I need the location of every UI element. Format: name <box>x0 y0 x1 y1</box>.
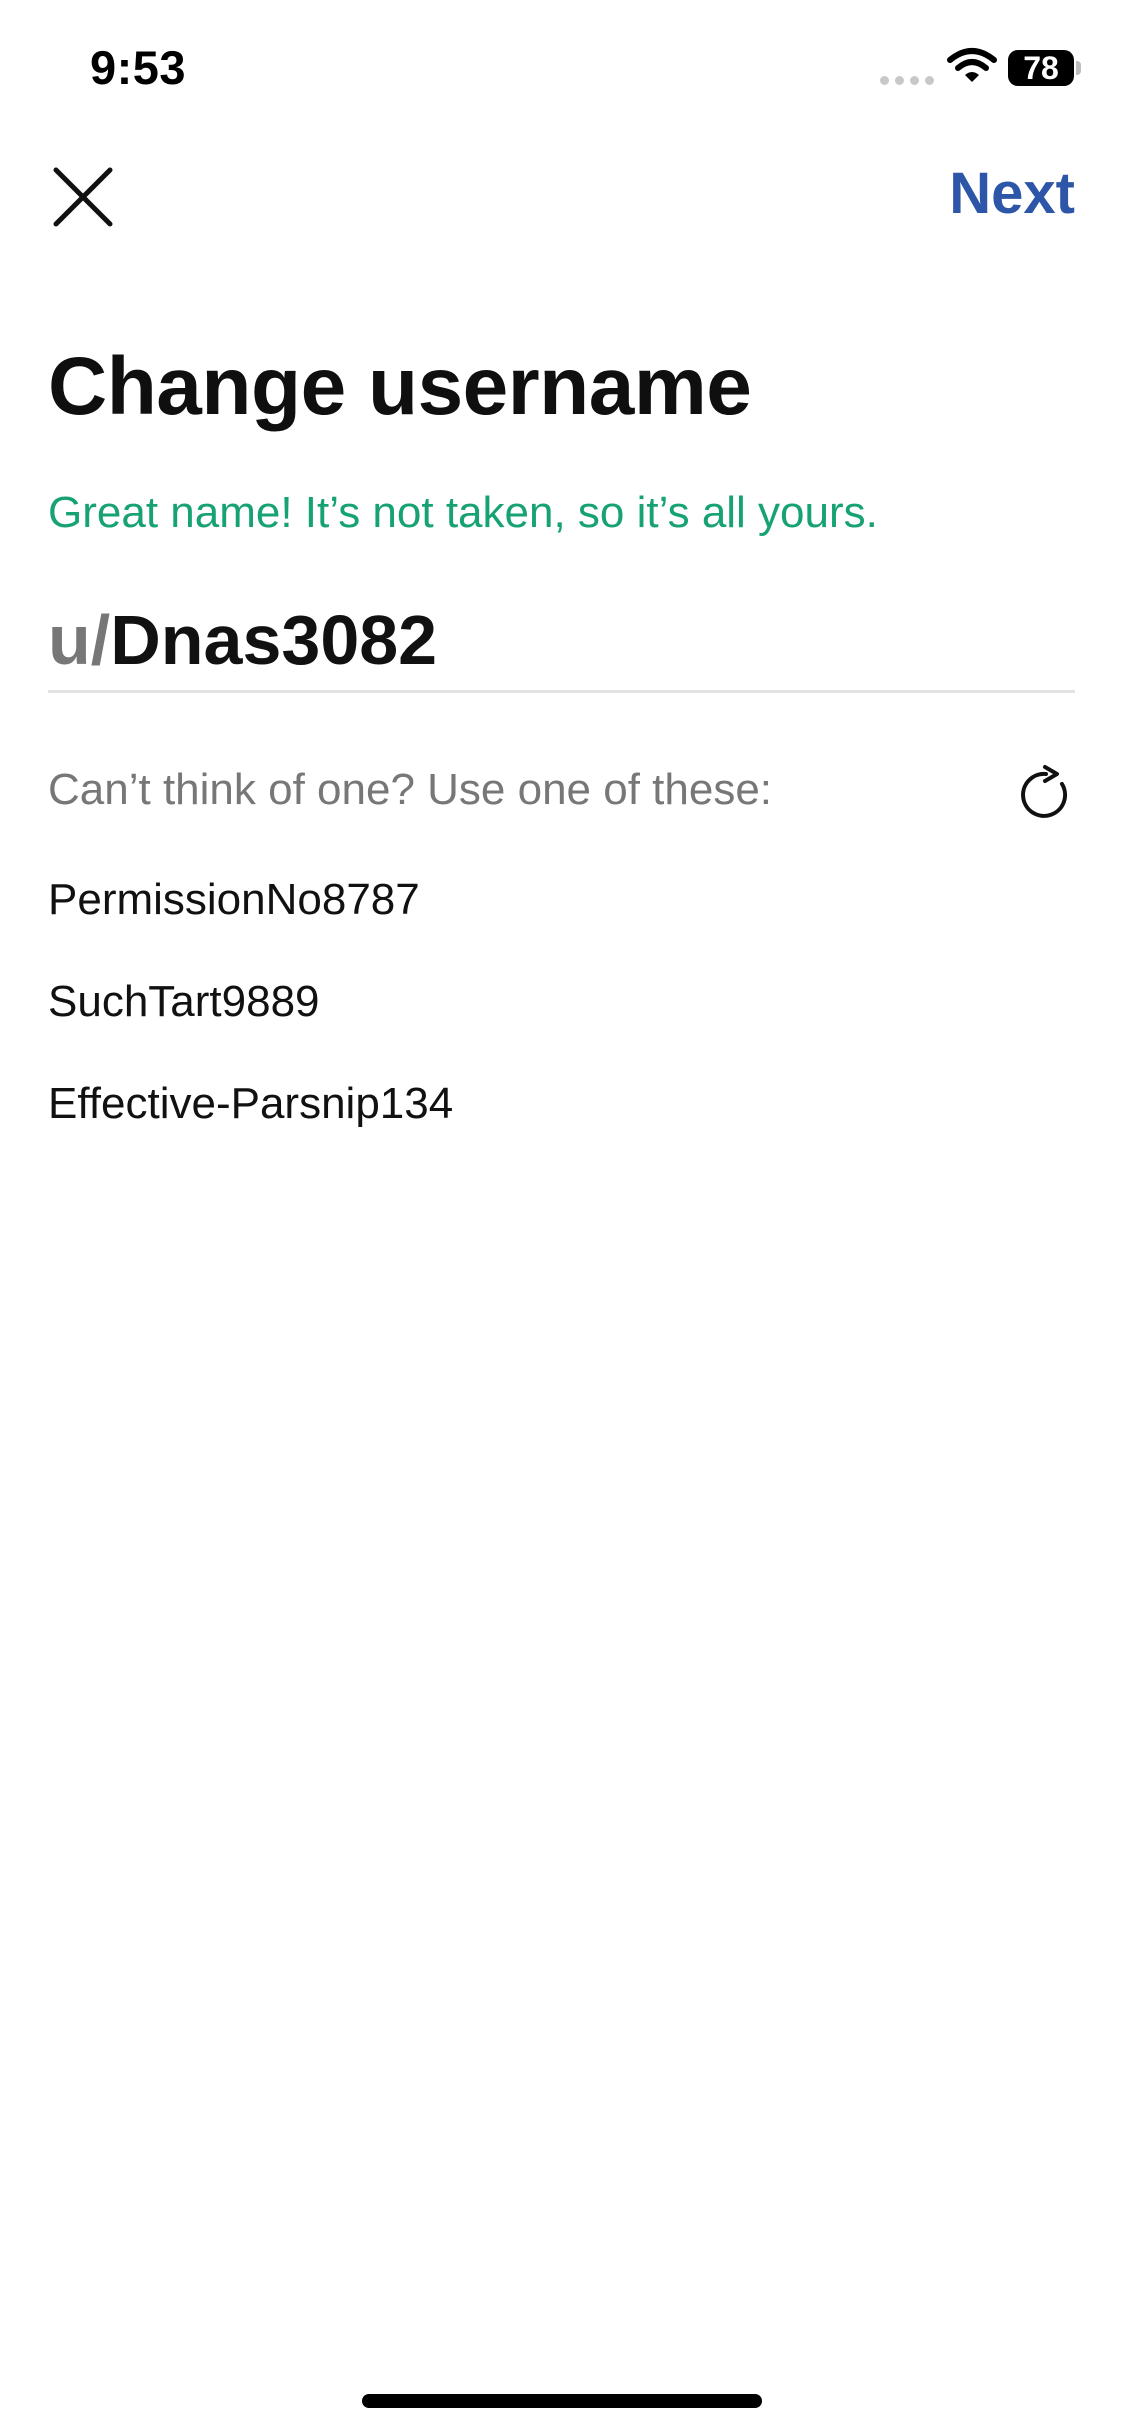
battery-cap <box>1076 61 1081 75</box>
battery-icon: 78 <box>1008 50 1074 86</box>
suggestions-heading: Can’t think of one? Use one of these: <box>48 765 773 814</box>
wifi-icon <box>947 48 997 82</box>
suggestion-item[interactable]: Effective-Parsnip134 <box>48 1074 453 1176</box>
suggestion-item[interactable]: PermissionNo8787 <box>48 870 453 972</box>
suggestion-item[interactable]: SuchTart9889 <box>48 972 453 1074</box>
suggestion-list: PermissionNo8787 SuchTart9889 Effective-… <box>48 870 453 1176</box>
username-field[interactable]: u/ Dnas3082 <box>48 590 1075 693</box>
next-button[interactable]: Next <box>949 160 1075 227</box>
close-icon[interactable] <box>48 162 118 232</box>
cellular-signal-icon <box>880 76 936 86</box>
status-time: 9:53 <box>90 41 187 94</box>
username-input[interactable]: Dnas3082 <box>110 600 437 680</box>
status-bar: 9:53 78 <box>0 0 1125 140</box>
availability-message: Great name! It’s not taken, so it’s all … <box>48 488 878 537</box>
username-prefix: u/ <box>48 601 111 679</box>
home-indicator[interactable] <box>362 2394 762 2408</box>
page-title: Change username <box>48 341 752 432</box>
refresh-icon[interactable] <box>1015 764 1077 826</box>
